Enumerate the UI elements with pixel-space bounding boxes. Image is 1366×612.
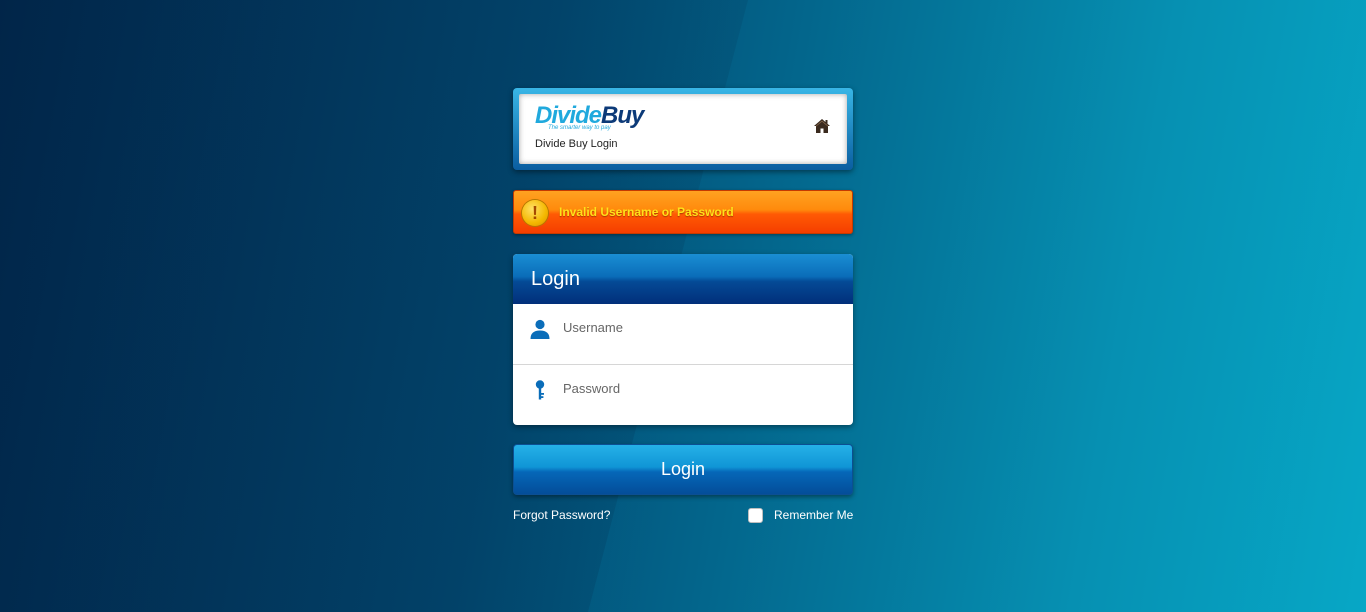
login-button[interactable]: Login bbox=[513, 444, 853, 495]
key-icon bbox=[535, 380, 545, 400]
username-row bbox=[513, 304, 853, 365]
remember-me-label[interactable]: Remember Me bbox=[774, 508, 853, 522]
error-message: Invalid Username or Password bbox=[559, 205, 734, 219]
logo-tagline: The smarter way to pay bbox=[548, 125, 611, 131]
user-icon bbox=[530, 319, 550, 339]
remember-me-checkbox[interactable] bbox=[748, 508, 763, 523]
brand-header-card: DivideBuy The smarter way to pay Divide … bbox=[513, 88, 853, 170]
password-input[interactable] bbox=[563, 377, 833, 399]
error-banner: ! Invalid Username or Password bbox=[513, 190, 853, 234]
password-row bbox=[513, 365, 853, 425]
username-input[interactable] bbox=[563, 316, 833, 338]
forgot-password-link[interactable]: Forgot Password? bbox=[513, 508, 610, 522]
login-panel: Login bbox=[513, 254, 853, 425]
brand-header-inner: DivideBuy The smarter way to pay Divide … bbox=[519, 94, 847, 164]
dividebuy-logo: DivideBuy The smarter way to pay bbox=[535, 104, 644, 132]
login-panel-title: Login bbox=[531, 268, 580, 290]
home-icon[interactable] bbox=[813, 118, 831, 134]
login-panel-header: Login bbox=[513, 254, 853, 304]
warning-icon: ! bbox=[522, 200, 548, 226]
brand-subtitle: Divide Buy Login bbox=[535, 138, 618, 150]
remember-me-control[interactable]: Remember Me bbox=[748, 507, 858, 523]
